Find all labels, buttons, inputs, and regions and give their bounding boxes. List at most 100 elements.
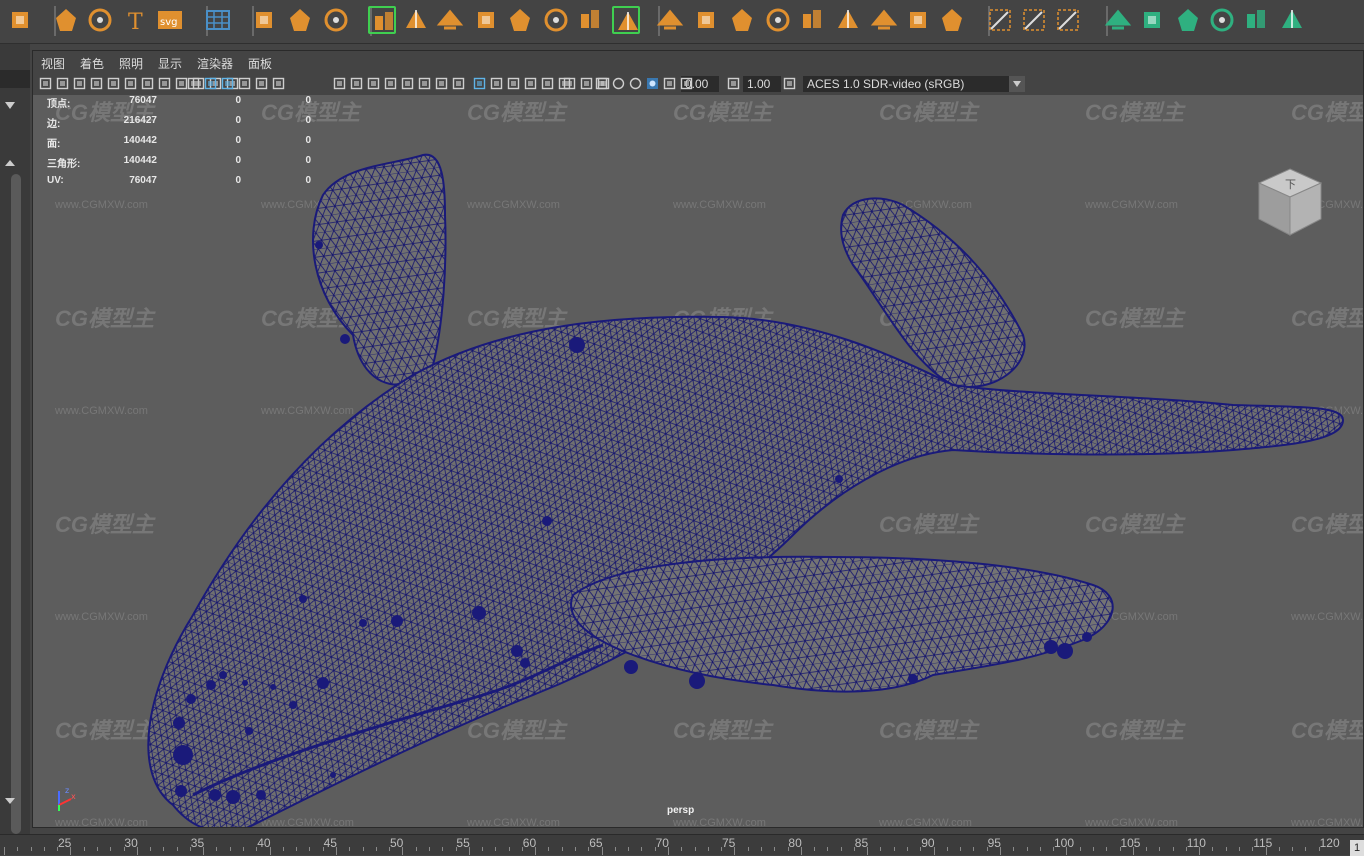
viewport-tool-icon[interactable] <box>384 77 397 90</box>
bridge-icon[interactable] <box>612 6 640 34</box>
color-space-select[interactable]: ACES 1.0 SDR-video (sRGB) <box>803 76 1025 92</box>
perspective-viewport[interactable]: CG模型主 www.CGMXW.com CG模型主 www.CGMXW.com CG模型… <box>33 95 1363 827</box>
spiral-icon[interactable] <box>86 6 114 34</box>
star-sweep-icon[interactable] <box>52 6 80 34</box>
timeline-tick <box>960 847 962 851</box>
connect-icon[interactable] <box>938 6 966 34</box>
sculpt-brush-icon[interactable] <box>368 6 396 34</box>
viewport-tool-icon[interactable] <box>401 77 414 90</box>
combine-icon[interactable] <box>436 6 464 34</box>
uv-unfold-icon[interactable] <box>1242 6 1270 34</box>
grid-toggle-icon[interactable] <box>204 6 232 34</box>
menu-renderer[interactable]: 渲染器 <box>197 55 233 72</box>
viewport-tool-icon[interactable] <box>435 77 448 90</box>
axis-gizmo-icon: z x <box>58 786 76 811</box>
uv-editor-icon[interactable] <box>1054 6 1082 34</box>
text-tool-icon[interactable]: T <box>122 6 150 34</box>
automatic-uv-icon[interactable] <box>1208 6 1236 34</box>
viewport-tool-icon[interactable] <box>56 77 69 90</box>
paint-select-icon[interactable] <box>986 6 1014 34</box>
viewport-tool-icon[interactable] <box>663 77 676 90</box>
quad-draw-icon[interactable] <box>764 6 792 34</box>
polygon-sphere-icon[interactable] <box>6 6 34 34</box>
append-polygon-icon[interactable] <box>542 6 570 34</box>
viewport-tool-icon[interactable] <box>452 77 465 90</box>
viewport-tool-icon[interactable] <box>255 77 268 90</box>
particle-icon[interactable] <box>322 6 350 34</box>
chevron-down-icon[interactable] <box>1009 76 1025 92</box>
scroll-up-arrow-icon[interactable] <box>5 160 15 166</box>
viewport-tool-icon[interactable] <box>783 77 796 90</box>
uv-layout-icon[interactable] <box>1020 6 1048 34</box>
timeline-tick <box>1199 847 1201 855</box>
bevel-edge-icon[interactable] <box>834 6 862 34</box>
menu-shading[interactable]: 着色 <box>80 55 104 72</box>
spherical-uv-icon[interactable] <box>1174 6 1202 34</box>
timeline-tick <box>880 847 882 851</box>
menu-lighting[interactable]: 照明 <box>119 55 143 72</box>
viewport-tool-icon[interactable] <box>580 77 593 90</box>
viewport-tool-icon[interactable] <box>563 77 576 90</box>
soft-select-icon[interactable] <box>656 6 684 34</box>
viewport-tool-icon[interactable] <box>646 77 659 90</box>
viewport-tool-icon[interactable] <box>612 77 625 90</box>
viewport-tool-icon[interactable] <box>73 77 86 90</box>
viewport-tool-icon[interactable] <box>124 77 137 90</box>
uv-checker-icon[interactable] <box>1278 6 1306 34</box>
viewport-tool-icon[interactable] <box>629 77 642 90</box>
bevel-icon[interactable] <box>506 6 534 34</box>
smooth-tool-icon[interactable] <box>286 6 314 34</box>
viewport-tool-icon[interactable] <box>350 77 363 90</box>
viewport-tool-icon[interactable] <box>158 77 171 90</box>
timeline-tick <box>867 847 869 855</box>
viewport-tool-icon[interactable] <box>595 77 608 90</box>
insert-edge-loop-icon[interactable] <box>692 6 720 34</box>
viewport-tool-icon[interactable] <box>680 77 693 90</box>
retopology-icon[interactable] <box>402 6 430 34</box>
target-weld-icon[interactable] <box>798 6 826 34</box>
hud-value-selected: 0 <box>235 175 241 186</box>
time-slider[interactable]: 1 25 30 35 40 45 50 55 60 65 70 75 80 85 90 95 100 105 11… <box>0 834 1364 856</box>
viewport-tool-icon[interactable] <box>524 77 537 90</box>
viewport-tool-icon[interactable] <box>238 77 251 90</box>
center-pivot-icon[interactable] <box>250 6 278 34</box>
menu-show[interactable]: 显示 <box>158 55 182 72</box>
viewport-tool-icon[interactable] <box>507 77 520 90</box>
scroll-down-arrow-icon[interactable] <box>5 798 15 804</box>
viewport-tool-icon[interactable] <box>204 77 217 90</box>
timeline-tick <box>734 847 736 855</box>
viewport-tool-icon[interactable] <box>541 77 554 90</box>
tool-strip-scrollbar[interactable] <box>11 174 21 834</box>
timeline-frame-label: 35 <box>190 836 205 850</box>
viewport-tool-icon[interactable] <box>221 77 234 90</box>
viewport-tool-icon[interactable] <box>333 77 346 90</box>
viewport-tool-icon[interactable] <box>418 77 431 90</box>
viewport-tool-icon[interactable] <box>90 77 103 90</box>
viewport-tool-icon[interactable] <box>272 77 285 90</box>
menu-panels[interactable]: 面板 <box>248 55 272 72</box>
slide-edge-icon[interactable] <box>870 6 898 34</box>
view-cube[interactable]: 下 <box>1255 165 1325 237</box>
menu-view[interactable]: 视图 <box>41 55 65 72</box>
multi-cut-icon[interactable] <box>728 6 756 34</box>
current-frame-indicator[interactable]: 1 <box>1350 840 1364 856</box>
viewport-tool-icon[interactable] <box>39 77 52 90</box>
collapse-arrow-icon[interactable] <box>5 102 15 109</box>
viewport-tool-icon[interactable] <box>490 77 503 90</box>
viewport-tool-icon[interactable] <box>187 77 200 90</box>
viewport-tool-icon[interactable] <box>141 77 154 90</box>
extrude-icon[interactable] <box>472 6 500 34</box>
gamma-field[interactable]: 1.00 <box>743 76 781 92</box>
cylindrical-uv-icon[interactable] <box>1138 6 1166 34</box>
viewport-tool-icon[interactable] <box>473 77 486 90</box>
viewport-tool-icon[interactable] <box>727 77 740 90</box>
viewport-tool-icon[interactable] <box>367 77 380 90</box>
svg-tool-icon[interactable]: svg <box>156 6 184 34</box>
mirror-icon[interactable] <box>576 6 604 34</box>
viewport-tool-icon[interactable] <box>107 77 120 90</box>
whale-wireframe-model[interactable] <box>33 95 1363 827</box>
timeline-tick <box>96 847 98 851</box>
planar-uv-icon[interactable] <box>1104 6 1132 34</box>
timeline-tick <box>946 847 948 851</box>
crease-tool-icon[interactable] <box>904 6 932 34</box>
